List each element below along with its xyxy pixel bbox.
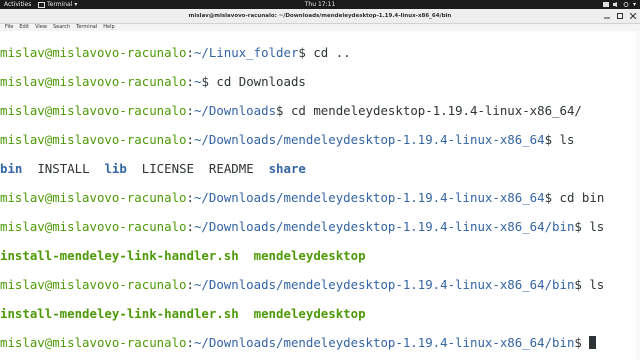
maximize-icon [616,13,623,19]
system-tray[interactable]: ▾ [602,0,636,9]
command-text: cd bin [552,189,605,205]
ls-output-line: bin INSTALL lib LICENSE README share [0,160,640,177]
terminal-line: mislav@mislavovo-racunalo:~/Downloads/me… [0,276,605,292]
menu-view[interactable]: View [32,24,50,31]
prompt-user: mislav@mislavovo-racunalo [0,131,187,147]
ls-entry-file: INSTALL [37,160,90,176]
menu-search[interactable]: Search [50,24,73,31]
prompt-path: ~/Downloads/mendeleydesktop-1.19.4-linux… [193,334,575,350]
terminal-line: mislav@mislavovo-racunalo:~/Downloads/me… [0,189,605,205]
prompt-user: mislav@mislavovo-racunalo [0,334,187,350]
ls-entry-executable: mendeleydesktop [253,305,366,321]
close-icon [629,13,636,19]
ls-entry-executable: mendeleydesktop [253,247,366,263]
terminal-line: mislav@mislavovo-racunalo:~/Linux_folder… [0,44,351,60]
ls-entry-file: README [208,160,254,176]
prompt-user: mislav@mislavovo-racunalo [0,102,187,118]
menu-bar: File Edit View Search Terminal Help [0,24,640,31]
prompt-separator: : [186,73,194,89]
window-title: mislav@mislavovo-racunalo: ~/Downloads/m… [188,13,452,19]
ls-entry-dir: share [268,160,306,176]
maximize-button[interactable] [616,13,623,20]
prompt-path: ~/Downloads/mendeleydesktop-1.19.4-linux… [193,189,545,205]
command-text [582,335,589,350]
network-icon [602,2,609,7]
prompt-separator: : [186,334,194,350]
prompt-path: ~/Downloads/mendeleydesktop-1.19.4-linux… [193,276,575,292]
prompt-user: mislav@mislavovo-racunalo [0,189,187,205]
terminal-output[interactable]: mislav@mislavovo-racunalo:~/Linux_folder… [0,31,640,360]
command-text: cd mendeleydesktop-1.19.4-linux-x86_64/ [283,102,582,118]
window-titlebar[interactable]: mislav@mislavovo-racunalo: ~/Downloads/m… [0,9,640,24]
prompt-separator: : [186,189,194,205]
ls-entry-executable: install-mendeley-link-handler.sh [0,247,239,263]
ls-output-line: install-mendeley-link-handler.sh mendele… [0,247,640,264]
prompt-user: mislav@mislavovo-racunalo [0,218,187,234]
prompt-separator: : [186,44,194,60]
prompt-path: ~/Downloads/mendeleydesktop-1.19.4-linux… [193,218,575,234]
prompt-path: ~/Downloads [193,102,277,118]
ls-entry-file: LICENSE [141,160,194,176]
command-text: cd .. [305,44,351,60]
terminal-line: mislav@mislavovo-racunalo:~/Downloads$ c… [0,102,582,118]
menu-terminal[interactable]: Terminal [73,24,100,31]
minimize-icon [603,17,610,19]
clock[interactable]: Thu 17:11 [0,0,640,9]
menu-edit[interactable]: Edit [16,24,32,31]
ls-entry-dir: bin [0,160,23,176]
terminal-scrollbar[interactable] [636,31,640,360]
ls-output-line: install-mendeley-link-handler.sh mendele… [0,305,640,322]
terminal-line: mislav@mislavovo-racunalo:~/Downloads/me… [0,131,575,147]
command-text: ls [552,131,575,147]
terminal-line: mislav@mislavovo-racunalo:~/Downloads/me… [0,334,640,351]
prompt-user: mislav@mislavovo-racunalo [0,276,187,292]
prompt-separator: : [186,276,194,292]
prompt-user: mislav@mislavovo-racunalo [0,44,187,60]
menu-file[interactable]: File [2,24,16,31]
terminal-cursor [589,335,597,349]
command-text: ls [581,276,605,292]
menu-help[interactable]: Help [100,24,117,31]
terminal-line: mislav@mislavovo-racunalo:~$ cd Download… [0,73,306,89]
prompt-path: ~/Downloads/mendeleydesktop-1.19.4-linux… [193,131,545,147]
command-text: cd Downloads [208,73,306,89]
window-controls [603,9,636,23]
terminal-line: mislav@mislavovo-racunalo:~/Downloads/me… [0,218,605,234]
power-icon [623,2,629,7]
ls-entry-executable: install-mendeley-link-handler.sh [0,305,239,321]
command-text: ls [581,218,605,234]
prompt-user: mislav@mislavovo-racunalo [0,73,187,89]
prompt-separator: : [186,218,194,234]
top-bar: Activities Terminal ▾ Thu 17:11 ▾ [0,0,640,9]
chevron-down-icon: ▾ [632,1,636,8]
prompt-path: ~/Linux_folder [193,44,299,60]
ls-entry-dir: lib [104,160,127,176]
prompt-separator: : [186,102,194,118]
prompt-separator: : [186,131,194,147]
volume-icon [612,2,617,7]
close-button[interactable] [629,13,636,20]
minimize-button[interactable] [603,13,610,20]
